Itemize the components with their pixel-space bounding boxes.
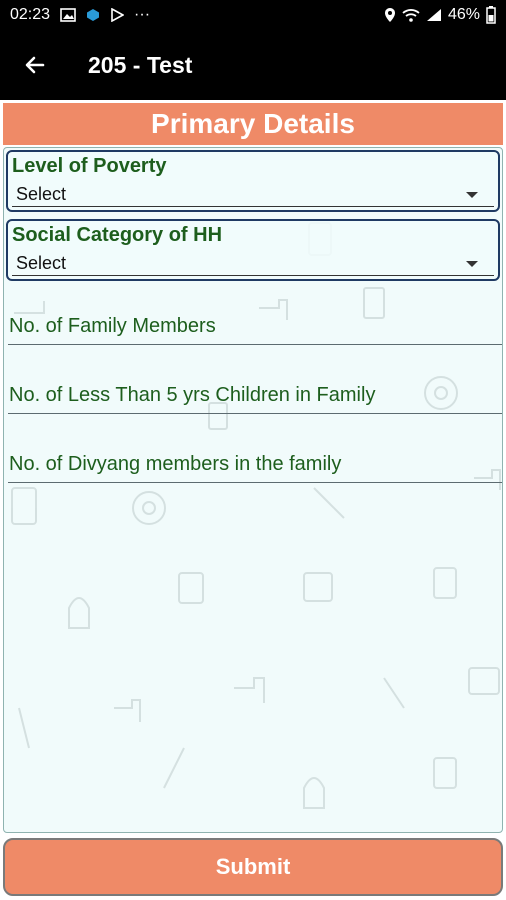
level-of-poverty-value: Select [16, 184, 67, 204]
battery-icon [486, 6, 496, 24]
signal-icon [426, 8, 442, 22]
more-notifications-icon: ··· [134, 6, 151, 23]
dropdown-underline [12, 206, 494, 207]
family-members-label: No. of Family Members [9, 315, 216, 337]
submit-button[interactable]: Submit [3, 838, 503, 896]
level-of-poverty-label: Level of Poverty [12, 155, 167, 177]
status-bar: 02:23 ··· 46% [0, 0, 506, 30]
divyang-members-input[interactable]: No. of Divyang members in the family [8, 443, 502, 483]
location-icon [384, 7, 396, 23]
section-header: Primary Details [3, 103, 503, 145]
social-category-dropdown[interactable]: Social Category of HH Select [6, 219, 500, 281]
status-time: 02:23 [10, 6, 51, 23]
play-store-icon [110, 8, 125, 22]
dropdown-underline [12, 275, 494, 276]
children-under-5-input[interactable]: No. of Less Than 5 yrs Children in Famil… [8, 374, 502, 414]
app-bar: 205 - Test [0, 30, 506, 100]
back-button[interactable] [0, 30, 70, 100]
content-area: Primary Details Level of Poverty Select … [0, 100, 506, 900]
battery-percent: 46% [447, 6, 480, 23]
social-category-value: Select [16, 253, 67, 273]
back-arrow-icon [25, 56, 45, 74]
form-panel: Level of Poverty Select Social Category … [3, 147, 503, 833]
family-members-input[interactable]: No. of Family Members [8, 305, 502, 345]
wifi-icon [402, 8, 420, 22]
chevron-down-icon [466, 192, 478, 198]
chevron-down-icon [466, 261, 478, 267]
app-notification-icon [86, 8, 100, 22]
divyang-members-label: No. of Divyang members in the family [9, 453, 342, 475]
children-under-5-label: No. of Less Than 5 yrs Children in Famil… [9, 384, 376, 406]
gallery-icon [60, 8, 76, 22]
social-category-label: Social Category of HH [12, 224, 223, 246]
page-title: 205 - Test [88, 51, 193, 78]
level-of-poverty-dropdown[interactable]: Level of Poverty Select [6, 150, 500, 212]
